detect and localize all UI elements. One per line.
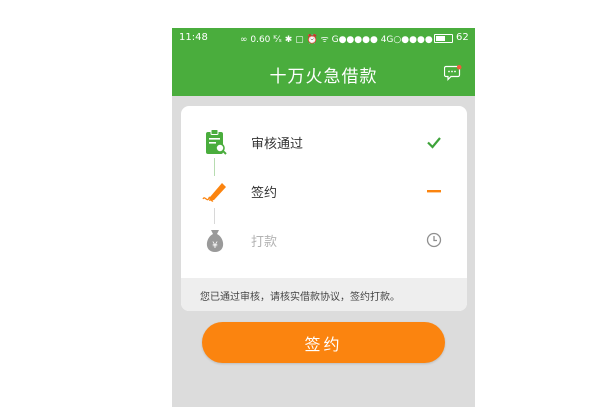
hint-text: 您已通过审核，请核实借款协议，签约打款。 — [200, 292, 400, 303]
step-payout: ¥ 打款 — [181, 220, 467, 260]
check-icon — [427, 137, 441, 149]
money-bag-icon: ¥ — [206, 230, 224, 252]
svg-text:¥: ¥ — [212, 241, 218, 251]
step-sign: 签约 — [181, 171, 467, 211]
status-indicators: ∞ 0.60 ᴷ⁄ₛ ✱ ▢ ⏰ ᯤ G●●●●● 4G○●●●● — [240, 35, 433, 45]
phone-screen: 11:48 ∞ 0.60 ᴷ⁄ₛ ✱ ▢ ⏰ ᯤ G●●●●● 4G○●●●● … — [172, 28, 475, 407]
page-title: 十万火急借款 — [269, 67, 378, 87]
hint-bar: 您已通过审核，请核实借款协议，签约打款。 — [181, 278, 467, 311]
step-label: 审核通过 — [251, 137, 304, 152]
clock-icon — [426, 232, 442, 248]
step-label: 打款 — [251, 235, 278, 250]
pen-sign-icon — [202, 183, 226, 202]
sign-button[interactable]: 签约 — [202, 322, 445, 363]
step-label: 签约 — [251, 186, 278, 201]
chat-bubble-icon[interactable] — [444, 65, 462, 81]
step-review: 审核通过 — [181, 122, 467, 162]
battery-level: 62 — [456, 32, 469, 43]
progress-card: 审核通过 签约 ¥ 打款 您已通过审核，请核实借款协议，签约打款。 — [181, 106, 467, 311]
nav-bar: 十万火急借款 — [172, 48, 475, 96]
dash-icon — [427, 190, 441, 193]
clipboard-search-icon — [206, 129, 227, 155]
status-bar: 11:48 ∞ 0.60 ᴷ⁄ₛ ✱ ▢ ⏰ ᯤ G●●●●● 4G○●●●● … — [172, 28, 475, 48]
status-time: 11:48 — [179, 32, 208, 43]
battery-icon — [434, 34, 453, 43]
